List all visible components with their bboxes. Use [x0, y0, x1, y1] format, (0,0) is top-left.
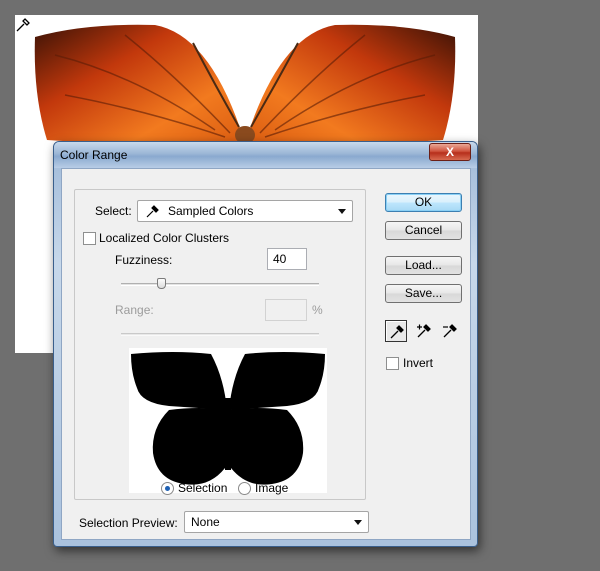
- range-unit: %: [312, 303, 323, 317]
- save-button[interactable]: Save...: [385, 284, 462, 303]
- chevron-down-icon: [338, 209, 346, 214]
- fuzziness-slider-track[interactable]: [121, 283, 319, 286]
- eyedropper-tool-button[interactable]: [385, 320, 407, 342]
- cancel-button[interactable]: Cancel: [385, 221, 462, 240]
- load-button[interactable]: Load...: [385, 256, 462, 275]
- preview-image-radio-button[interactable]: [238, 482, 251, 495]
- selection-preview-label: Selection Preview:: [79, 516, 178, 530]
- select-label: Select:: [95, 204, 132, 218]
- eyedropper-icon: [146, 205, 159, 218]
- preview-selection-radio-button[interactable]: [161, 482, 174, 495]
- selection-preview-dropdown[interactable]: None: [184, 511, 369, 533]
- preview-selection-label: Selection: [178, 481, 228, 495]
- invert-label: Invert: [403, 356, 434, 370]
- select-dropdown[interactable]: Sampled Colors: [137, 200, 353, 222]
- subtract-from-sample-tool-button[interactable]: [439, 320, 461, 342]
- selection-preview-value: None: [191, 515, 220, 529]
- color-range-dialog: Color Range X Select: Sampled Colors Loc…: [53, 141, 478, 547]
- fuzziness-input[interactable]: 40: [267, 248, 307, 270]
- title-bar[interactable]: Color Range X: [54, 142, 477, 168]
- eyedropper-cursor-icon: [16, 18, 30, 32]
- chevron-down-icon: [354, 520, 362, 525]
- fuzziness-slider-thumb[interactable]: [156, 278, 166, 289]
- eyedropper-icon: [390, 325, 404, 339]
- range-input: [265, 299, 307, 321]
- fuzziness-label: Fuzziness:: [115, 253, 173, 267]
- select-value: Sampled Colors: [168, 204, 254, 218]
- localized-clusters-label: Localized Color Clusters: [99, 231, 230, 245]
- range-slider-track: [121, 333, 319, 336]
- eyedropper-minus-icon: [443, 324, 457, 338]
- localized-clusters-checkbox[interactable]: [83, 232, 96, 245]
- add-to-sample-tool-button[interactable]: [413, 320, 435, 342]
- selection-preview-image[interactable]: [129, 348, 327, 493]
- select-group-box: Select: Sampled Colors Localized Color C…: [74, 189, 366, 500]
- close-button[interactable]: X: [429, 143, 471, 161]
- close-icon: X: [445, 145, 454, 159]
- ok-button[interactable]: OK: [385, 193, 462, 212]
- preview-image-label: Image: [255, 481, 289, 495]
- butterfly-mask-image: [131, 352, 325, 485]
- dialog-client-area: Select: Sampled Colors Localized Color C…: [61, 168, 471, 540]
- dialog-title: Color Range: [60, 148, 128, 162]
- range-label: Range:: [115, 303, 154, 317]
- eyedropper-plus-icon: [417, 324, 431, 338]
- invert-checkbox[interactable]: [386, 357, 399, 370]
- fuzziness-value: 40: [273, 252, 287, 266]
